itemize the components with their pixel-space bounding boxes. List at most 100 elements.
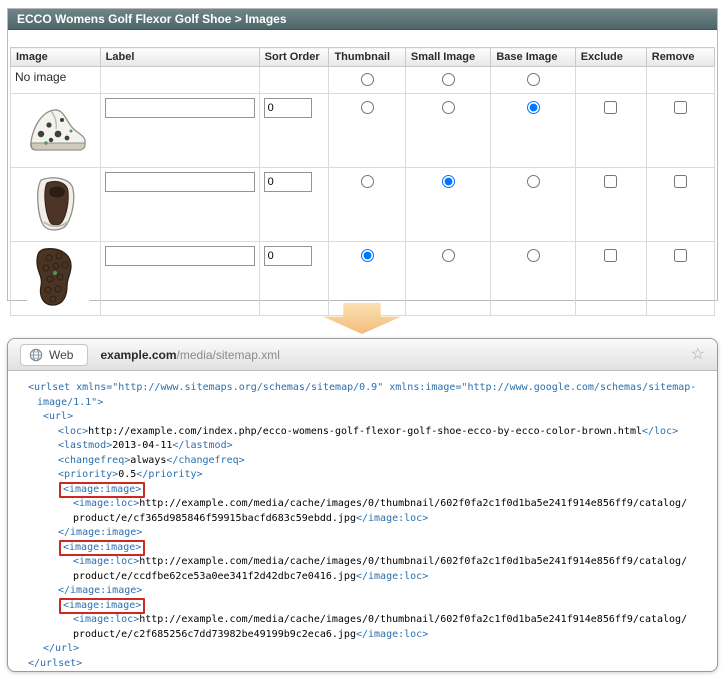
xml-tag: <loc> bbox=[58, 426, 88, 437]
xml-tag: image/1.1"> bbox=[37, 397, 103, 408]
xml-line: image/1.1"> bbox=[28, 396, 711, 411]
url-domain: example.com bbox=[100, 348, 176, 362]
column-header-remove: Remove bbox=[646, 48, 714, 67]
xml-line: <changefreq>always</changefreq> bbox=[28, 454, 711, 469]
highlighted-image-tag: <image:image> bbox=[59, 482, 145, 498]
address-bar[interactable]: example.com/media/sitemap.xml bbox=[100, 348, 678, 362]
xml-tag: <url> bbox=[43, 411, 73, 422]
no-image-row: No image bbox=[11, 67, 715, 94]
column-header-thumbnail: Thumbnail bbox=[329, 48, 405, 67]
small-image-radio[interactable] bbox=[442, 101, 455, 114]
xml-line: <urlset xmlns="http://www.sitemaps.org/s… bbox=[28, 381, 711, 396]
sort-order-input[interactable] bbox=[264, 246, 312, 266]
image-row bbox=[11, 94, 715, 168]
bookmark-star-icon[interactable]: ☆ bbox=[691, 347, 705, 363]
xml-content: <urlset xmlns="http://www.sitemaps.org/s… bbox=[8, 371, 717, 672]
label-input[interactable] bbox=[105, 172, 255, 192]
xml-line: <priority>0.5</priority> bbox=[28, 468, 711, 483]
xml-text: http://example.com/index.php/ecco-womens… bbox=[88, 426, 642, 437]
browser-window: Web example.com/media/sitemap.xml ☆ <url… bbox=[7, 338, 718, 672]
no-image-small-image-radio[interactable] bbox=[442, 73, 455, 86]
xml-tag: </loc> bbox=[642, 426, 678, 437]
highlighted-image-tag: <image:image> bbox=[59, 540, 145, 556]
no-image-thumbnail-radio[interactable] bbox=[361, 73, 374, 86]
xml-line: <image:loc>http://example.com/media/cach… bbox=[28, 613, 711, 628]
thumbnail-radio[interactable] bbox=[361, 249, 374, 262]
column-header-base-image: Base Image bbox=[491, 48, 575, 67]
xml-tag: </image:image> bbox=[58, 585, 142, 596]
xml-text: http://example.com/media/cache/images/0/… bbox=[139, 556, 687, 567]
base-image-radio[interactable] bbox=[527, 101, 540, 114]
label-input[interactable] bbox=[105, 98, 255, 118]
xml-tag: </image:loc> bbox=[356, 571, 428, 582]
xml-line: product/e/ccdfbe62ce53a0ee341f2d42dbc7e0… bbox=[28, 570, 711, 585]
column-header-small-image: Small Image bbox=[405, 48, 490, 67]
xml-line: <lastmod>2013-04-11</lastmod> bbox=[28, 439, 711, 454]
column-header-sort-order: Sort Order bbox=[259, 48, 329, 67]
xml-tag: </priority> bbox=[136, 469, 202, 480]
thumbnail-radio[interactable] bbox=[361, 175, 374, 188]
xml-line: <image:loc>http://example.com/media/cach… bbox=[28, 497, 711, 512]
xml-text: product/e/c2f685256c7dd73982be49199b9c2e… bbox=[73, 629, 356, 640]
exclude-checkbox[interactable] bbox=[604, 249, 617, 262]
small-image-radio[interactable] bbox=[442, 249, 455, 262]
product-images-panel: ECCO Womens Golf Flexor Golf Shoe > Imag… bbox=[7, 8, 718, 301]
xml-tag: <urlset xmlns="http://www.sitemaps.org/s… bbox=[28, 382, 696, 393]
product-image-shoe-sole bbox=[27, 246, 89, 308]
xml-tag: <lastmod> bbox=[58, 440, 112, 451]
xml-line: </image:image> bbox=[28, 584, 711, 599]
xml-line: <image:image> bbox=[28, 541, 711, 556]
sort-order-input[interactable] bbox=[264, 172, 312, 192]
xml-text: 0.5 bbox=[118, 469, 136, 480]
no-image-label: No image bbox=[11, 67, 101, 94]
remove-checkbox[interactable] bbox=[674, 175, 687, 188]
globe-icon bbox=[29, 348, 43, 362]
xml-line: <image:image> bbox=[28, 483, 711, 498]
xml-line: <loc>http://example.com/index.php/ecco-w… bbox=[28, 425, 711, 440]
remove-checkbox[interactable] bbox=[674, 101, 687, 114]
xml-line: product/e/cf365d985846f59915bacfd683c59e… bbox=[28, 512, 711, 527]
xml-tag: </changefreq> bbox=[166, 455, 244, 466]
xml-line: <url> bbox=[28, 410, 711, 425]
grid-header-row: ImageLabelSort OrderThumbnailSmall Image… bbox=[11, 48, 715, 67]
panel-title: ECCO Womens Golf Flexor Golf Shoe > Imag… bbox=[8, 9, 717, 30]
column-header-label: Label bbox=[100, 48, 259, 67]
thumbnail-radio[interactable] bbox=[361, 101, 374, 114]
column-header-image: Image bbox=[11, 48, 101, 67]
xml-tag: <priority> bbox=[58, 469, 118, 480]
no-image-base-image-radio[interactable] bbox=[527, 73, 540, 86]
browser-tab[interactable]: Web bbox=[20, 344, 88, 366]
url-path: /media/sitemap.xml bbox=[177, 348, 280, 362]
browser-tab-label: Web bbox=[49, 348, 73, 362]
xml-tag: <image:loc> bbox=[73, 498, 139, 509]
xml-line: </urlset> bbox=[28, 657, 711, 672]
highlighted-image-tag: <image:image> bbox=[59, 598, 145, 614]
xml-line: <image:loc>http://example.com/media/cach… bbox=[28, 555, 711, 570]
xml-line: </image:image> bbox=[28, 526, 711, 541]
product-images-grid: ImageLabelSort OrderThumbnailSmall Image… bbox=[10, 47, 715, 316]
remove-checkbox[interactable] bbox=[674, 249, 687, 262]
xml-tag: </lastmod> bbox=[172, 440, 232, 451]
product-image-shoe-back bbox=[27, 172, 89, 234]
sort-order-input[interactable] bbox=[264, 98, 312, 118]
xml-text: product/e/ccdfbe62ce53a0ee341f2d42dbc7e0… bbox=[73, 571, 356, 582]
xml-tag: </image:loc> bbox=[356, 513, 428, 524]
exclude-checkbox[interactable] bbox=[604, 175, 617, 188]
product-image-shoe-side bbox=[27, 98, 89, 160]
xml-text: http://example.com/media/cache/images/0/… bbox=[139, 614, 687, 625]
base-image-radio[interactable] bbox=[527, 249, 540, 262]
xml-tag: </url> bbox=[43, 643, 79, 654]
small-image-radio[interactable] bbox=[442, 175, 455, 188]
exclude-checkbox[interactable] bbox=[604, 101, 617, 114]
label-input[interactable] bbox=[105, 246, 255, 266]
xml-line: <image:image> bbox=[28, 599, 711, 614]
column-header-exclude: Exclude bbox=[575, 48, 646, 67]
xml-tag: </image:loc> bbox=[356, 629, 428, 640]
xml-text: 2013-04-11 bbox=[112, 440, 172, 451]
xml-tag: <changefreq> bbox=[58, 455, 130, 466]
xml-tag: <image:loc> bbox=[73, 556, 139, 567]
xml-tag: </urlset> bbox=[28, 658, 82, 669]
xml-text: http://example.com/media/cache/images/0/… bbox=[139, 498, 687, 509]
xml-text: always bbox=[130, 455, 166, 466]
base-image-radio[interactable] bbox=[527, 175, 540, 188]
